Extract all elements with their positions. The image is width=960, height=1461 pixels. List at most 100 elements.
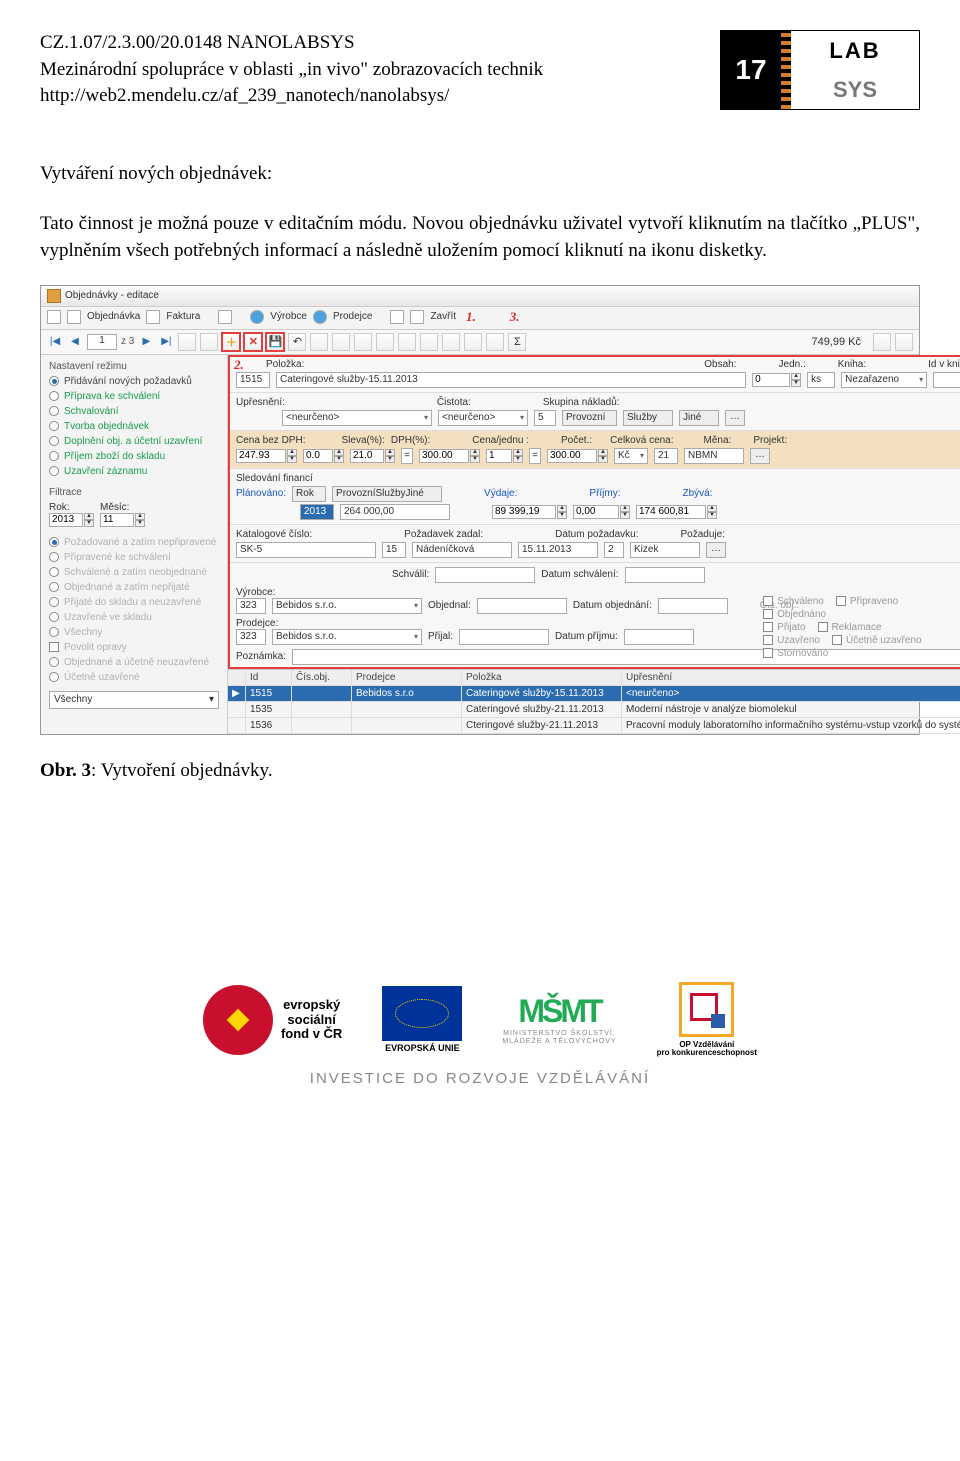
celk-input[interactable]: ▲▼: [547, 449, 608, 463]
sleva-input[interactable]: ▲▼: [303, 449, 344, 463]
nav-prev-icon[interactable]: ◀: [67, 334, 83, 350]
mena-combo[interactable]: Kč▾: [614, 448, 648, 464]
tool-icon[interactable]: [178, 333, 196, 351]
group-btn[interactable]: Jiné: [679, 410, 719, 426]
pz-input[interactable]: Nádeníčková: [412, 542, 512, 558]
tab-icon[interactable]: [390, 310, 404, 324]
tool-icon[interactable]: [376, 333, 394, 351]
more-button[interactable]: …: [706, 542, 726, 558]
group-btn[interactable]: Provozní: [562, 410, 617, 426]
grid-row[interactable]: 1535 Cateringové služby-21.11.2013 Moder…: [228, 702, 960, 718]
tool-icon[interactable]: [873, 333, 891, 351]
tab-icon[interactable]: [218, 310, 232, 324]
nav-last-icon[interactable]: ▶|: [158, 334, 174, 350]
checkbox-icon[interactable]: [836, 596, 846, 606]
ds-input[interactable]: [625, 567, 705, 583]
col-head[interactable]: Prodejce: [352, 670, 462, 686]
poz-n-input[interactable]: 2: [604, 542, 624, 558]
objednal-input[interactable]: [477, 598, 567, 614]
kat-input[interactable]: SK-5: [236, 542, 376, 558]
pz-n-input[interactable]: 15: [382, 542, 406, 558]
tool-icon[interactable]: [464, 333, 482, 351]
rok-input[interactable]: ▲▼: [49, 513, 94, 527]
mode-item[interactable]: Doplnění obj. a účetní uzavření: [41, 434, 227, 449]
jedn-input[interactable]: ks: [807, 372, 835, 388]
kniha-combo[interactable]: Nezařazeno▾: [841, 372, 927, 388]
tool-icon[interactable]: [895, 333, 913, 351]
radio-icon[interactable]: [49, 421, 59, 431]
tab-vyrobce[interactable]: Výrobce: [270, 311, 307, 322]
nav-next-icon[interactable]: ▶: [138, 334, 154, 350]
radio-icon[interactable]: [49, 406, 59, 416]
skupina-n-input[interactable]: 5: [534, 410, 556, 426]
sidebar-combo[interactable]: Všechny▾: [49, 691, 219, 709]
pro-combo[interactable]: Bebidos s.r.o.▾: [272, 629, 422, 645]
tool-icon[interactable]: [442, 333, 460, 351]
mode-item[interactable]: Tvorba objednávek: [41, 419, 227, 434]
schvalil-input[interactable]: [435, 567, 535, 583]
group-btn[interactable]: Služby: [623, 410, 673, 426]
obsah-input[interactable]: ▲▼: [752, 373, 801, 387]
mode-item[interactable]: Uzavření záznamu: [41, 464, 227, 479]
vyr-n-input[interactable]: 323: [236, 598, 266, 614]
tool-icon[interactable]: [332, 333, 350, 351]
radio-icon[interactable]: [49, 466, 59, 476]
mesic-input[interactable]: ▲▼: [100, 513, 145, 527]
proj-n-input[interactable]: 21: [654, 448, 678, 464]
checkbox-icon[interactable]: [763, 609, 773, 619]
undo-icon[interactable]: ↶: [288, 333, 306, 351]
more-button[interactable]: …: [750, 448, 770, 464]
grid-row[interactable]: 1536 Cteringové služby-21.11.2013 Pracov…: [228, 718, 960, 734]
tab-icon[interactable]: [410, 310, 424, 324]
nav-first-icon[interactable]: |◀: [47, 334, 63, 350]
prij-input[interactable]: ▲▼: [573, 505, 630, 519]
delete-button[interactable]: ✕: [244, 333, 262, 351]
zbyva-input[interactable]: ▲▼: [636, 505, 717, 519]
checkbox-icon[interactable]: [832, 635, 842, 645]
nav-page-input[interactable]: 1: [87, 334, 117, 350]
info-icon[interactable]: [250, 310, 264, 324]
sigma-icon[interactable]: Σ: [508, 333, 526, 351]
tool-icon[interactable]: [398, 333, 416, 351]
pro-n-input[interactable]: 323: [236, 629, 266, 645]
vyd-input[interactable]: ▲▼: [492, 505, 567, 519]
checkbox-icon[interactable]: [763, 635, 773, 645]
prijal-input[interactable]: [459, 629, 549, 645]
mode-item[interactable]: Přidávání nových požadavků: [41, 374, 227, 389]
polozka-input[interactable]: Cateringové služby-15.11.2013: [276, 372, 746, 388]
checkbox-icon[interactable]: [818, 622, 828, 632]
vyr-combo[interactable]: Bebidos s.r.o.▾: [272, 598, 422, 614]
tab-prodejce[interactable]: Prodejce: [333, 311, 372, 322]
do-input[interactable]: [658, 598, 728, 614]
dprij-input[interactable]: [624, 629, 694, 645]
col-head[interactable]: Id: [246, 670, 292, 686]
mode-item[interactable]: Příprava ke schválení: [41, 389, 227, 404]
plus-button[interactable]: ＋: [222, 333, 240, 351]
tab-faktura[interactable]: Faktura: [166, 311, 200, 322]
tool-icon[interactable]: [310, 333, 328, 351]
dp-input[interactable]: 15.11.2013: [518, 542, 598, 558]
col-head[interactable]: Položka: [462, 670, 622, 686]
radio-icon[interactable]: [49, 376, 59, 386]
more-button[interactable]: …: [725, 410, 745, 426]
proj-input[interactable]: NBMN: [684, 448, 744, 464]
tab-objednavka[interactable]: Objednávka: [87, 311, 140, 322]
tool-icon[interactable]: [486, 333, 504, 351]
col-head[interactable]: Čís.obj.: [292, 670, 352, 686]
checkbox-icon[interactable]: [763, 648, 773, 658]
tool-icon[interactable]: [200, 333, 218, 351]
cenaj-input[interactable]: ▲▼: [419, 449, 480, 463]
save-button[interactable]: 💾: [266, 333, 284, 351]
tool-icon[interactable]: [420, 333, 438, 351]
col-head[interactable]: Upřesnění: [622, 670, 960, 686]
upresneni-combo[interactable]: <neurčeno>▾: [282, 410, 432, 426]
cena-input[interactable]: ▲▼: [236, 449, 297, 463]
tool-icon[interactable]: [354, 333, 372, 351]
tab-zavrit[interactable]: Zavřít: [430, 311, 456, 322]
tab-icon[interactable]: [146, 310, 160, 324]
radio-icon[interactable]: [49, 436, 59, 446]
checkbox-icon[interactable]: [763, 622, 773, 632]
tab-icon[interactable]: [67, 310, 81, 324]
polozka-id-input[interactable]: 1515: [236, 372, 270, 388]
cistota-combo[interactable]: <neurčeno>▾: [438, 410, 528, 426]
